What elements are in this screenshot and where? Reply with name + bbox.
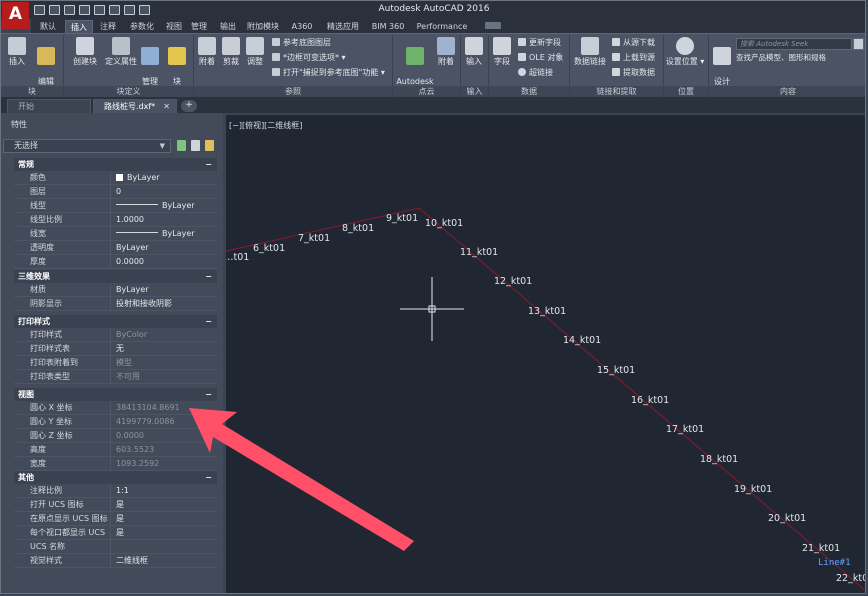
annotation-arrow-overlay bbox=[189, 408, 414, 551]
annotation-arrow-icon bbox=[189, 408, 414, 551]
